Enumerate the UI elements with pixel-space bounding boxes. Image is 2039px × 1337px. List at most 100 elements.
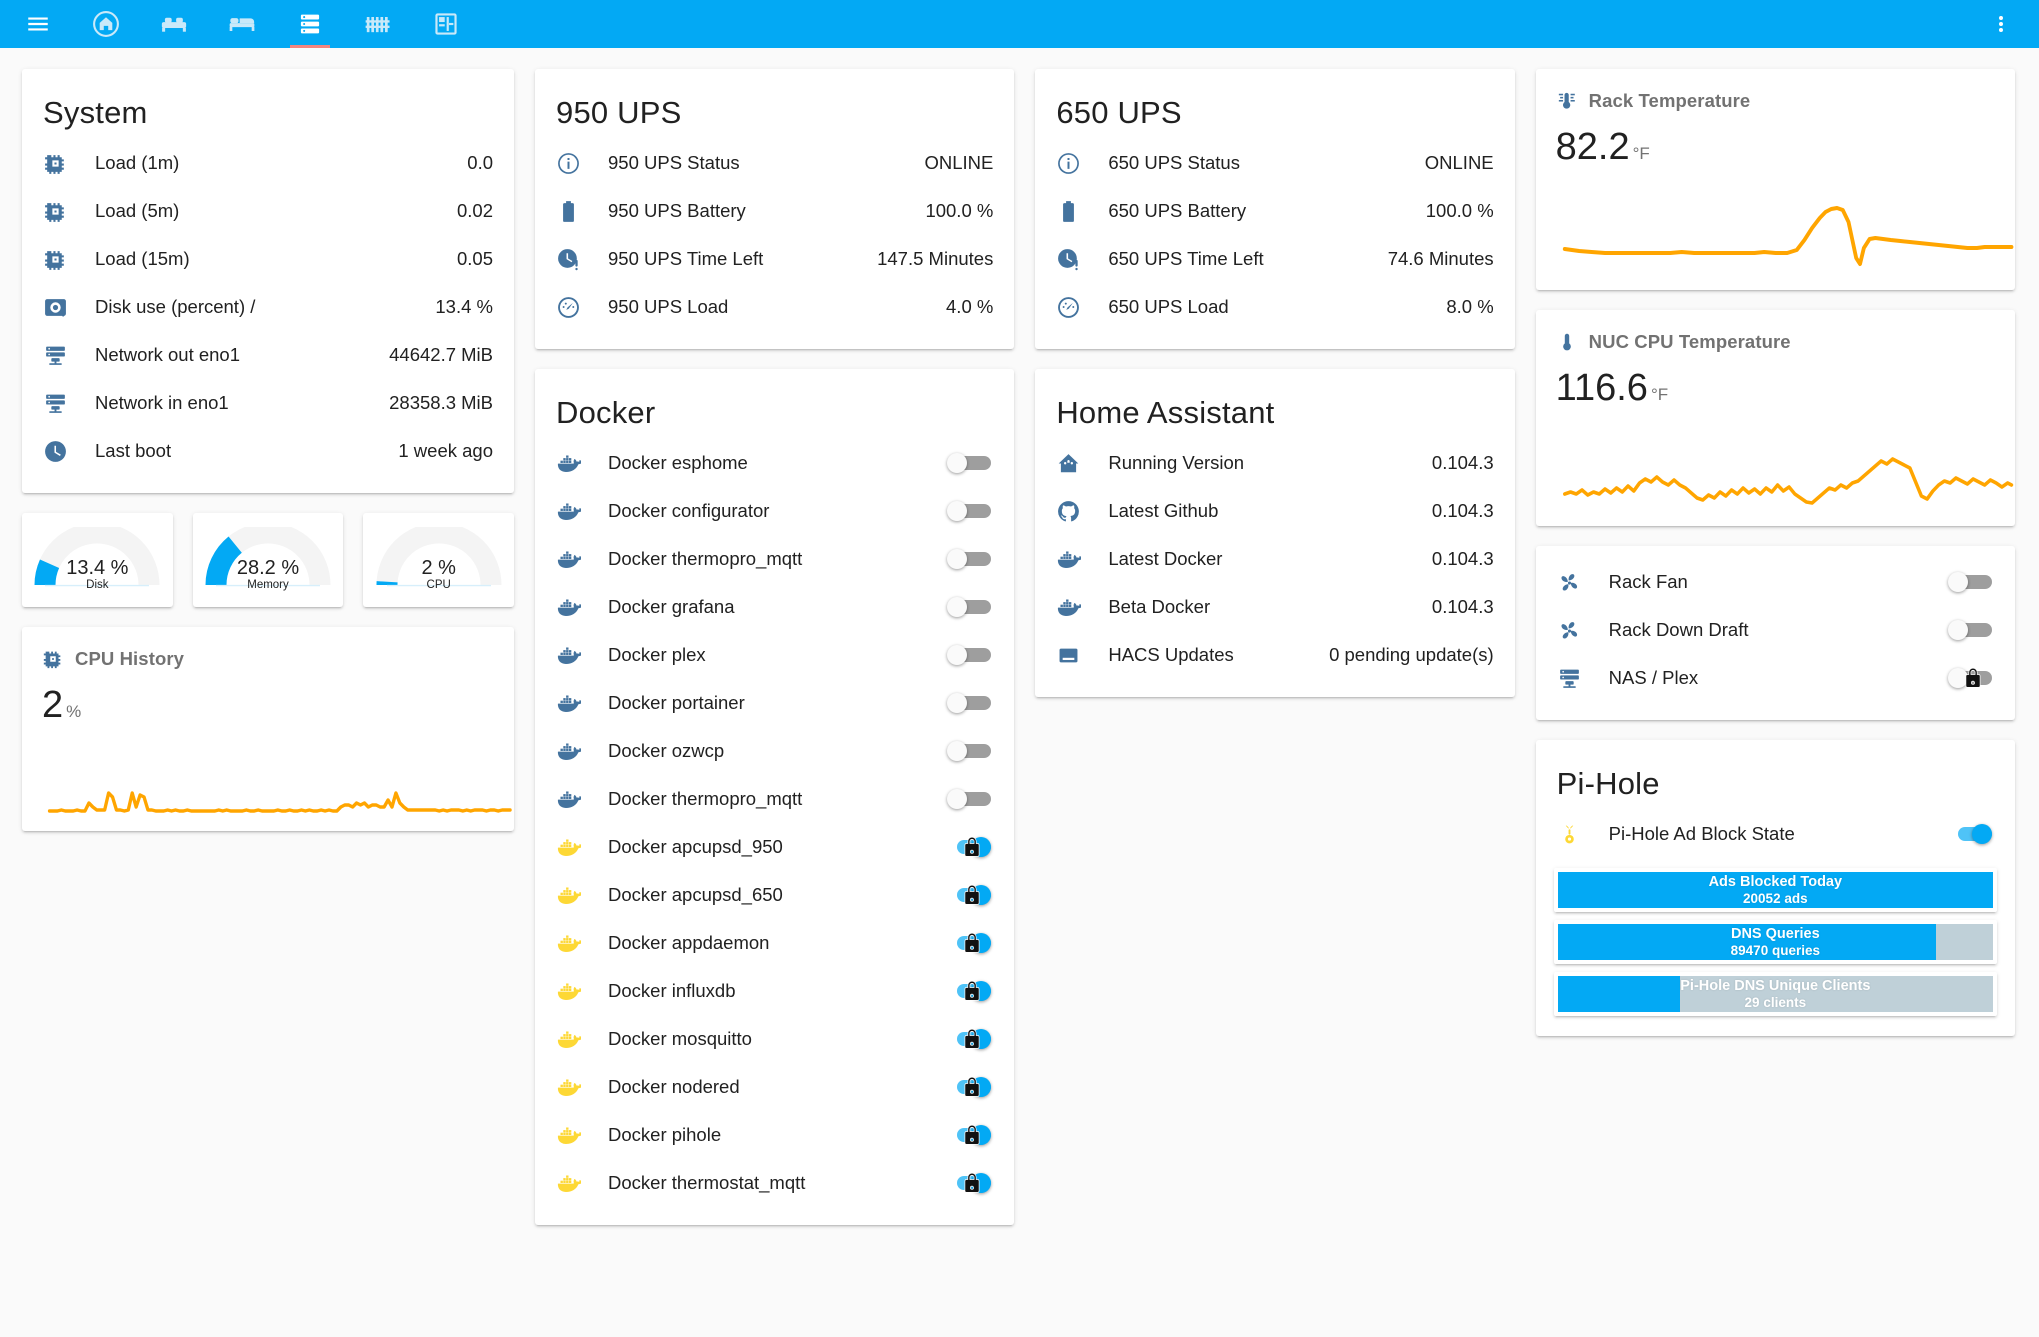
tab-living-room[interactable] <box>150 0 198 48</box>
ups-650-row-battery[interactable]: 650 UPS Battery 100.0 % <box>1056 187 1494 235</box>
docker-toggle[interactable] <box>947 453 992 473</box>
pi-hole-icon <box>1557 822 1609 847</box>
docker-row[interactable]: Docker ozwcp <box>556 727 993 775</box>
docker-rows: Docker esphome Docker configurator Docker … <box>535 439 1014 1225</box>
docker-toggle[interactable] <box>947 597 992 617</box>
pihole-card-title: Pi-Hole <box>1556 766 1660 801</box>
docker-icon <box>556 1075 608 1100</box>
row-label: Docker ozwcp <box>608 740 725 761</box>
docker-row[interactable]: Docker pihole <box>556 1111 993 1159</box>
docker-row[interactable]: Docker thermostat_mqtt <box>556 1159 993 1207</box>
rack-control-toggle[interactable] <box>1947 667 1992 688</box>
gauge-card-memory[interactable]: 28.2 % Memory <box>192 513 344 607</box>
ups-950-card: 950 UPS 950 UPS Status ONLINE 950 UPS Ba… <box>535 69 1015 349</box>
tab-floorplan[interactable] <box>422 0 470 48</box>
docker-toggle[interactable] <box>947 645 992 665</box>
ha-row-latest-docker[interactable]: Latest Docker 0.104.3 <box>1056 535 1494 583</box>
docker-row[interactable]: Docker nodered <box>556 1063 993 1111</box>
docker-toggle[interactable] <box>947 884 992 905</box>
docker-icon <box>556 451 608 476</box>
docker-row[interactable]: Docker apcupsd_950 <box>556 823 993 871</box>
docker-row[interactable]: Docker plex <box>556 631 993 679</box>
docker-icon <box>556 739 608 764</box>
docker-toggle[interactable] <box>947 501 992 521</box>
system-row-last-boot[interactable]: Last boot 1 week ago <box>43 427 493 475</box>
docker-row[interactable]: Docker grafana <box>556 583 993 631</box>
row-label: Load (1m) <box>95 152 180 173</box>
ha-row-latest-github[interactable]: Latest Github 0.104.3 <box>1056 487 1494 535</box>
pihole-bar[interactable]: DNS Queries 89470 queries <box>1553 920 1997 964</box>
docker-toggle[interactable] <box>947 980 992 1001</box>
docker-row[interactable]: Docker apcupsd_650 <box>556 871 993 919</box>
system-row-load-15m[interactable]: Load (15m) 0.05 <box>43 235 493 283</box>
ha-row-running-version[interactable]: Running Version 0.104.3 <box>1056 439 1494 487</box>
rack-control-toggle[interactable] <box>1947 572 1992 592</box>
rack-control-row[interactable]: NAS / Plex <box>1557 654 1994 702</box>
battery-icon <box>1056 199 1108 224</box>
ha-row-hacs-updates[interactable]: HACS Updates 0 pending update(s) <box>1056 631 1494 679</box>
docker-toggle[interactable] <box>947 741 992 761</box>
system-row-disk-use[interactable]: Disk use (percent) / 13.4 % <box>43 283 493 331</box>
ups-650-row-time-left[interactable]: 650 UPS Time Left 74.6 Minutes <box>1056 235 1494 283</box>
rack-control-toggle[interactable] <box>1947 620 1992 640</box>
docker-toggle[interactable] <box>947 932 992 953</box>
pihole-ad-block-toggle[interactable] <box>1948 824 1992 844</box>
docker-row[interactable]: Docker thermopro_mqtt <box>556 775 993 823</box>
ups-950-row-status[interactable]: 950 UPS Status ONLINE <box>556 139 993 187</box>
hamburger-menu-icon[interactable] <box>14 0 62 48</box>
ups-950-row-battery[interactable]: 950 UPS Battery 100.0 % <box>556 187 993 235</box>
pihole-row-ad-block-state[interactable]: Pi-Hole Ad Block State <box>1557 810 1994 858</box>
nuc-cpu-temperature-value: 116.6 <box>1555 367 1648 409</box>
docker-row[interactable]: Docker mosquitto <box>556 1015 993 1063</box>
thermometer-icon <box>1556 331 1578 353</box>
rack-controls-card: Rack Fan Rack Down Draft NAS / Plex <box>1535 546 2015 720</box>
system-row-load-1m[interactable]: Load (1m) 0.0 <box>43 139 493 187</box>
pihole-bar[interactable]: Pi-Hole DNS Unique Clients 29 clients <box>1553 972 1997 1016</box>
gauge-value: 28.2 % <box>236 557 300 579</box>
docker-row[interactable]: Docker esphome <box>556 439 993 487</box>
docker-toggle[interactable] <box>947 1124 992 1145</box>
tab-fence[interactable] <box>354 0 402 48</box>
rack-control-row[interactable]: Rack Fan <box>1557 558 1994 606</box>
tab-home[interactable] <box>82 0 130 48</box>
docker-toggle[interactable] <box>947 1172 992 1193</box>
fan-icon <box>1557 618 1609 643</box>
row-label: Docker thermopro_mqtt <box>608 548 803 569</box>
system-row-network-out[interactable]: Network out eno1 44642.7 MiB <box>43 331 493 379</box>
rack-control-row[interactable]: Rack Down Draft <box>1557 606 1994 654</box>
docker-toggle[interactable] <box>947 789 992 809</box>
ups-650-row-status[interactable]: 650 UPS Status ONLINE <box>1056 139 1494 187</box>
docker-toggle[interactable] <box>947 549 992 569</box>
docker-toggle[interactable] <box>947 1076 992 1097</box>
gauge-label: Disk <box>86 579 109 591</box>
tab-server[interactable] <box>286 0 334 48</box>
docker-row[interactable]: Docker influxdb <box>556 967 993 1015</box>
ha-row-beta-docker[interactable]: Beta Docker 0.104.3 <box>1056 583 1494 631</box>
nuc-cpu-temperature-card[interactable]: NUC CPU Temperature 116.6 °F <box>1535 310 2015 526</box>
docker-toggle[interactable] <box>947 836 992 857</box>
pihole-bar[interactable]: Ads Blocked Today 20052 ads <box>1553 868 1997 912</box>
docker-row[interactable]: Docker thermopro_mqtt <box>556 535 993 583</box>
rack-temperature-card[interactable]: Rack Temperature 82.2 °F <box>1535 69 2015 290</box>
gauge-card-disk[interactable]: 13.4 % Disk <box>22 513 173 607</box>
ups-650-row-load[interactable]: 650 UPS Load 8.0 % <box>1056 283 1494 331</box>
cpu-history-card[interactable]: CPU History 2% <box>22 627 514 831</box>
server-icon <box>1557 666 1609 691</box>
lock-icon <box>964 1028 980 1049</box>
ups-950-row-load[interactable]: 950 UPS Load 4.0 % <box>556 283 993 331</box>
system-row-load-5m[interactable]: Load (5m) 0.02 <box>43 187 493 235</box>
docker-toggle[interactable] <box>947 693 992 713</box>
docker-row[interactable]: Docker appdaemon <box>556 919 993 967</box>
system-row-network-in[interactable]: Network in eno1 28358.3 MiB <box>43 379 493 427</box>
column-1: System Load (1m) 0.0 Load (5m) 0.02 Load… <box>22 69 515 831</box>
docker-icon <box>556 499 608 524</box>
ups-950-row-time-left[interactable]: 950 UPS Time Left 147.5 Minutes <box>556 235 993 283</box>
dots-vertical-icon[interactable] <box>1977 0 2025 48</box>
docker-row[interactable]: Docker configurator <box>556 487 993 535</box>
docker-icon <box>556 979 608 1004</box>
docker-toggle[interactable] <box>947 1028 992 1049</box>
cpu-icon <box>43 247 95 272</box>
tab-bedroom[interactable] <box>218 0 266 48</box>
gauge-card-cpu[interactable]: 2 % CPU <box>363 513 515 607</box>
docker-row[interactable]: Docker portainer <box>556 679 993 727</box>
